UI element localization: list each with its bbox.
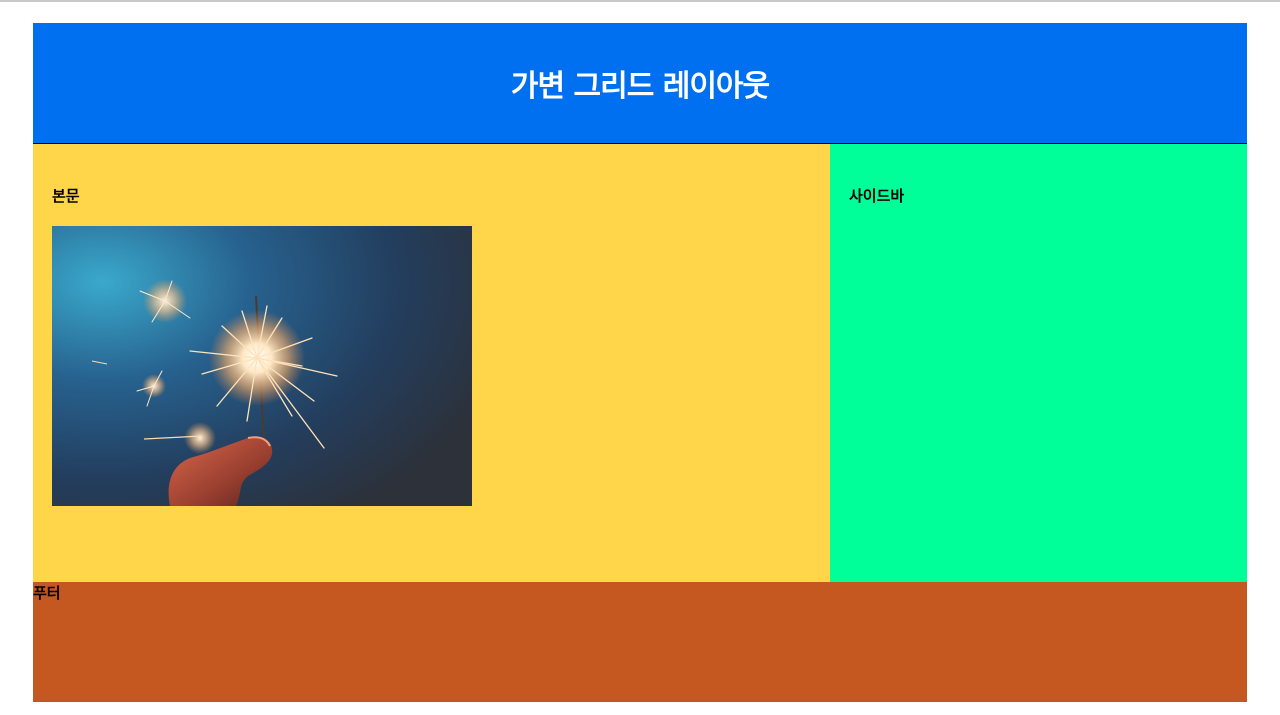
sidebar-heading: 사이드바 (849, 187, 905, 205)
footer-heading: 푸터 (33, 584, 61, 602)
grid-wrapper: 가변 그리드 레이아웃 본문 사이드바 푸터 (33, 23, 1247, 702)
page-title: 가변 그리드 레이아웃 (510, 69, 770, 104)
main-heading: 본문 (52, 187, 80, 205)
sparkler-photo (52, 226, 472, 506)
sidebar: 사이드바 (830, 144, 1247, 582)
page-footer: 푸터 (33, 582, 1247, 702)
page-header: 가변 그리드 레이아웃 (33, 23, 1247, 144)
main-content: 본문 (33, 144, 830, 582)
page-top-rule (0, 0, 1280, 2)
